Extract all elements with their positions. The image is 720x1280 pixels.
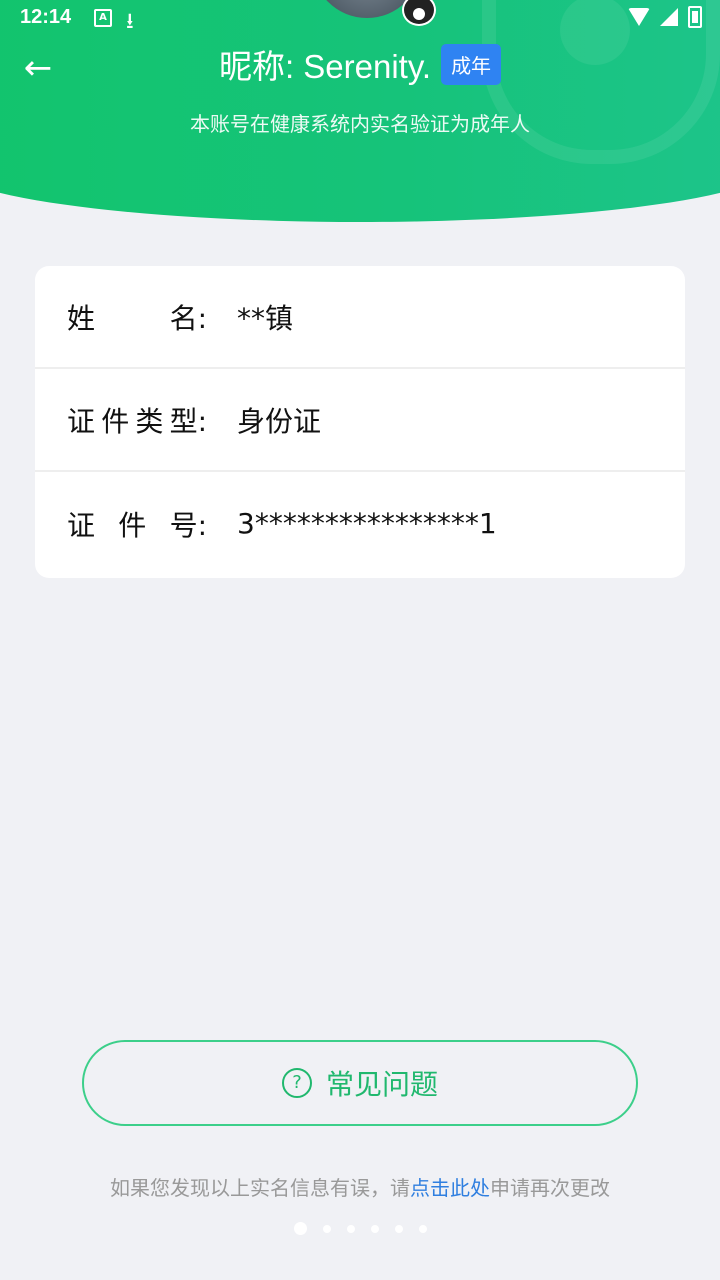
name-value: **镇	[237, 301, 294, 335]
page-dot	[394, 1224, 403, 1233]
page-dot	[370, 1224, 379, 1233]
text-recognition-icon: A	[94, 9, 112, 27]
page-dot	[418, 1224, 427, 1233]
page-dot	[346, 1224, 355, 1233]
battery-charging-icon	[688, 6, 702, 28]
id-number-label: 证 件 号:	[67, 508, 207, 542]
title-row: 昵称: Serenity. 成年	[0, 40, 720, 88]
change-request-link[interactable]: 点击此处	[410, 1176, 490, 1200]
id-type-value: 身份证	[237, 404, 322, 438]
question-icon: ?	[281, 1068, 312, 1098]
id-type-row: 证 件 类 型: 身份证	[35, 369, 685, 472]
real-name-info-page: 12:14 A ⭳ ← 昵称: Serenity. 成年 本账号在健康系统内实名…	[0, 0, 720, 1280]
status-bar: 12:14 A ⭳	[0, 0, 720, 36]
footer-suffix: 申请再次更改	[490, 1176, 610, 1200]
name-row: 姓 名: **镇	[35, 266, 685, 369]
nickname-title: 昵称: Serenity.	[218, 48, 432, 85]
page-dot	[322, 1224, 331, 1233]
verification-subtitle: 本账号在健康系统内实名验证为成年人	[190, 112, 530, 136]
footer-note: 如果您发现以上实名信息有误，请点击此处申请再次更改	[0, 1172, 720, 1201]
faq-label: 常见问题	[325, 1068, 438, 1101]
page-dot	[293, 1222, 307, 1235]
id-type-label: 证 件 类 型:	[67, 404, 207, 438]
footer-prefix: 如果您发现以上实名信息有误，请	[110, 1176, 410, 1200]
page-indicator	[0, 1222, 720, 1235]
status-icons	[628, 6, 702, 28]
id-number-row: 证 件 号: 3****************1	[35, 472, 685, 575]
identity-info-card: 姓 名: **镇 证 件 类 型: 身份证 证 件 号: 3**********…	[35, 266, 685, 578]
download-icon: ⭳	[126, 9, 134, 34]
name-label: 姓 名:	[67, 301, 207, 335]
faq-button[interactable]: ? 常见问题	[82, 1040, 638, 1126]
cell-signal-icon	[660, 8, 678, 26]
status-time: 12:14	[20, 6, 72, 28]
adult-badge: 成年	[441, 43, 502, 85]
wifi-icon	[628, 8, 650, 26]
id-number-value: 3****************1	[237, 507, 497, 540]
